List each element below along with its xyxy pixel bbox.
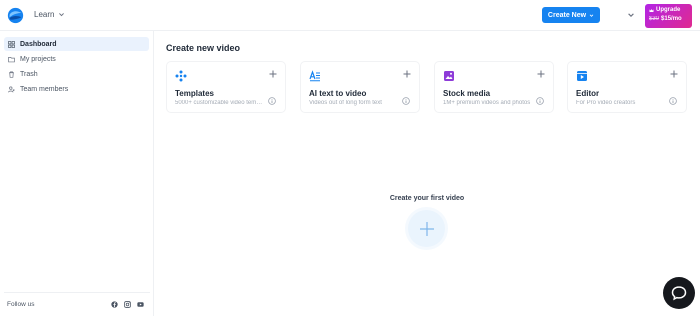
plus-icon[interactable] [269, 70, 277, 78]
info-icon[interactable] [268, 97, 276, 105]
chat-bubble-icon [671, 286, 687, 301]
card-title: AI text to video [309, 89, 367, 98]
sidebar-item-label: My projects [20, 55, 56, 63]
crown-icon [649, 9, 654, 12]
sidebar-item-trash[interactable]: Trash [4, 67, 149, 81]
empty-state-title: Create your first video [389, 195, 465, 202]
top-bar: Learn Create New Upgrade $30 $15/mo [0, 0, 700, 31]
card-templates[interactable]: Templates 5000+ customizable video templ… [166, 61, 286, 113]
app-logo[interactable] [7, 7, 24, 24]
facebook-icon[interactable] [111, 301, 118, 308]
card-stock-media[interactable]: Stock media 1M+ premium videos and photo… [434, 61, 554, 113]
upgrade-button[interactable]: Upgrade $30 $15/mo [645, 4, 692, 28]
sidebar-footer: Follow us [4, 292, 150, 316]
create-first-video-button[interactable] [408, 210, 445, 247]
upgrade-new-price: $15/mo [661, 16, 682, 22]
card-description: For Pro video creators [576, 100, 636, 106]
sidebar: Dashboard My projects Trash Team members… [0, 31, 154, 316]
info-icon[interactable] [536, 97, 544, 105]
templates-icon [175, 70, 187, 82]
card-title: Stock media [443, 89, 491, 98]
upgrade-old-price: $30 [649, 16, 660, 22]
youtube-icon[interactable] [137, 301, 144, 308]
card-description: 1M+ premium videos and photos [443, 100, 531, 106]
trash-icon [9, 70, 14, 78]
plus-icon [419, 221, 434, 236]
sidebar-item-label: Trash [20, 70, 38, 78]
plus-icon[interactable] [537, 70, 545, 78]
ai-text-icon [309, 70, 320, 82]
workspace-switcher[interactable]: Learn [34, 10, 65, 19]
chat-support-button[interactable] [663, 277, 695, 309]
instagram-icon[interactable] [124, 301, 131, 308]
plus-icon[interactable] [670, 70, 678, 78]
card-editor[interactable]: Editor For Pro video creators [567, 61, 687, 113]
sidebar-item-dashboard[interactable]: Dashboard [4, 37, 149, 51]
plus-icon[interactable] [403, 70, 411, 78]
chevron-down-icon [589, 13, 594, 17]
upgrade-label: Upgrade [656, 7, 681, 13]
sidebar-item-label: Team members [20, 85, 69, 93]
folder-icon [8, 56, 15, 62]
card-title: Editor [576, 89, 600, 98]
follow-us-label: Follow us [7, 301, 35, 308]
page-title: Create new video [166, 43, 241, 53]
card-description: 5000+ customizable video templates [175, 100, 263, 106]
info-icon[interactable] [669, 97, 677, 105]
info-icon[interactable] [402, 97, 410, 105]
card-title: Templates [175, 89, 214, 98]
team-icon [8, 85, 15, 92]
sidebar-item-my-projects[interactable]: My projects [4, 52, 149, 66]
editor-icon [577, 71, 587, 81]
workspace-label: Learn [34, 10, 55, 19]
stock-media-icon [444, 71, 454, 81]
sidebar-item-team-members[interactable]: Team members [4, 82, 149, 96]
account-menu-chevron-icon[interactable] [627, 11, 635, 19]
card-ai-text-to-video[interactable]: AI text to video Videos out of long form… [300, 61, 420, 113]
chevron-down-icon [59, 13, 65, 17]
sidebar-item-label: Dashboard [20, 40, 57, 48]
grid-icon [8, 40, 15, 48]
create-new-label: Create New [547, 11, 587, 19]
card-description: Videos out of long form text [309, 100, 382, 106]
create-new-button[interactable]: Create New [542, 7, 600, 23]
